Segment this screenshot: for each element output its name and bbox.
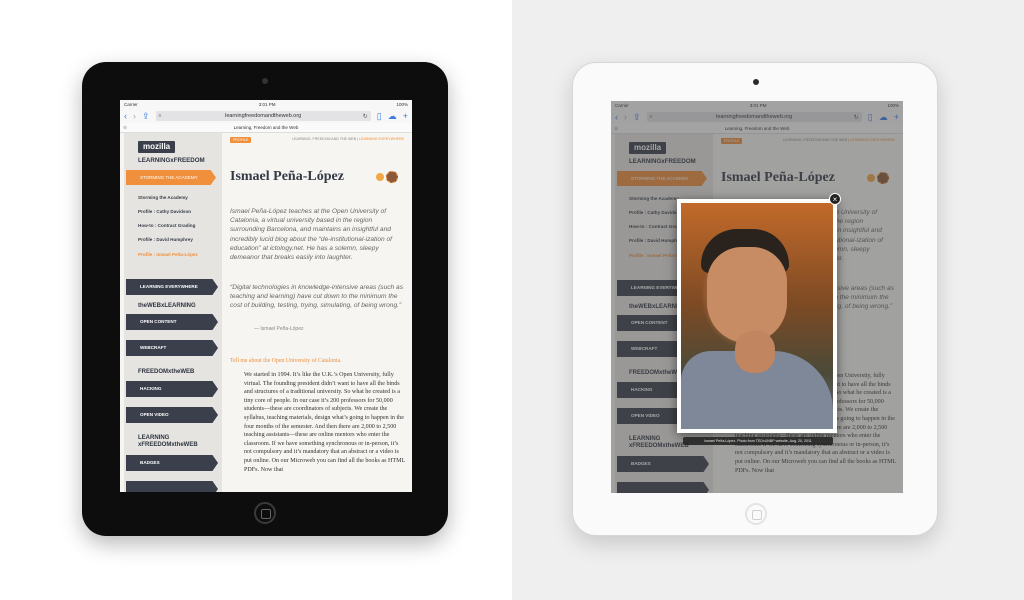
sidebar-item-badges[interactable]: BADGES [126,455,218,471]
sidebar-link-3[interactable]: How-to : Contract Grading [138,223,195,228]
close-tab-icon[interactable]: ⊗ [123,125,127,131]
sidebar-link-1[interactable]: Storming the Academy [138,195,188,200]
breadcrumb: LEARNING, FREEDOM AND THE WEB | LEARNING… [292,137,404,141]
status-bar: Carrier 3:01 PM 100% [120,100,412,109]
page-title-bar: ⊗ Learning, Freedom and the Web [120,123,412,133]
quote-text: “Digital technologies in knowledge-inten… [230,284,403,310]
clock: 3:01 PM [258,102,276,107]
photo-hand [735,331,775,373]
reader-icon[interactable]: ≡ [159,113,162,119]
reload-icon[interactable]: ↻ [363,113,368,120]
ipad-black: Carrier 3:01 PM 100% ‹ › ⇪ ≡ learningfre… [82,62,448,536]
battery-label: 100% [396,102,408,107]
profile-tag[interactable]: PROFILE [230,137,252,143]
camera [262,78,268,84]
sidebar-link-5[interactable]: Profile : Ismael Peña-López [138,252,198,257]
profile-icons [374,169,402,185]
camera [753,79,759,85]
share-icon[interactable]: ⇪ [142,111,150,121]
back-icon[interactable]: ‹ [124,111,127,121]
browser-toolbar: ‹ › ⇪ ≡ learningfreedomandtheweb.org ↻ ▯… [120,109,412,123]
new-tab-icon[interactable]: + [403,111,408,121]
ipad-white: Carrier 3:01 PM 100% ‹ › ⇪ ≡ learningfre… [572,62,938,536]
screen: Carrier 3:01 PM 100% ‹ › ⇪ ≡ learningfre… [120,100,412,492]
sidebar-item-learning-everywhere[interactable]: LEARNING EVERYWHERE [126,279,218,295]
home-button[interactable] [254,502,276,524]
quote-attribution: — Ismael Peña-López [254,326,304,332]
breadcrumb-current[interactable]: LEARNING EVERYWHERE [359,137,404,141]
cloud-icon[interactable]: ☁ [388,111,397,121]
sidebar-heading-web-learning: theWEBxLEARNING [138,303,196,309]
sidebar-item-hacking[interactable]: HACKING [126,381,218,397]
sidebar: mozilla LEARNINGxFREEDOM STORMING THE AC… [124,133,222,492]
sidebar-item-webcraft[interactable]: WEBCRAFT [126,340,218,356]
sidebar-link-4[interactable]: Profile : David Humphrey [138,237,193,242]
sidebar-item-open-video[interactable]: OPEN VIDEO [126,407,218,423]
sidebar-heading: LEARNINGxFREEDOM [138,157,205,164]
close-icon[interactable]: × [829,193,841,205]
sidebar-heading-freedom-web: FREEDOMxtheWEB [138,369,195,375]
body-text: We started in 1994. It’s like the U.K.’s… [244,372,406,473]
home-button[interactable] [745,503,767,525]
photo-face [707,247,787,343]
bookmarks-icon[interactable]: ▯ [377,111,382,121]
sidebar-item-more[interactable] [126,481,218,492]
page-content: mozilla LEARNINGxFREEDOM STORMING THE AC… [120,133,412,492]
url-bar[interactable]: ≡ learningfreedomandtheweb.org ↻ [155,111,371,121]
screen: Carrier 3:01 PM 100% ‹ › ⇪ ≡ learningfre… [611,101,903,493]
badge-icon[interactable] [376,173,384,181]
question-heading: Tell me about the Open University of Cat… [230,358,342,364]
sidebar-heading-learning-freedom: LEARNING xFREEDOMxtheWEB [138,435,198,448]
forward-icon[interactable]: › [133,111,136,121]
lightbox: × [677,193,841,433]
photo-caption: Ismael Peña-López. Photo from TEDxUNBP w… [683,437,833,445]
profile-thumbnail[interactable] [386,171,398,183]
sidebar-item-open-content[interactable]: OPEN CONTENT [126,314,218,330]
url-text: learningfreedomandtheweb.org [225,113,302,119]
sidebar-link-2[interactable]: Profile : Cathy Davidson [138,209,191,214]
bio-text: Ismael Peña-López teaches at the Open Un… [230,208,393,262]
carrier-label: Carrier [124,102,138,107]
breadcrumb-root[interactable]: LEARNING, FREEDOM AND THE WEB [292,137,356,141]
mozilla-logo[interactable]: mozilla [138,141,176,153]
article: PROFILE LEARNING, FREEDOM AND THE WEB | … [226,133,408,492]
page-title: Learning, Freedom and the Web [233,125,299,130]
author-name: Ismael Peña-López [230,169,344,184]
profile-photo [681,203,833,429]
sidebar-item-storming[interactable]: STORMING THE ACADEMY [126,170,216,185]
